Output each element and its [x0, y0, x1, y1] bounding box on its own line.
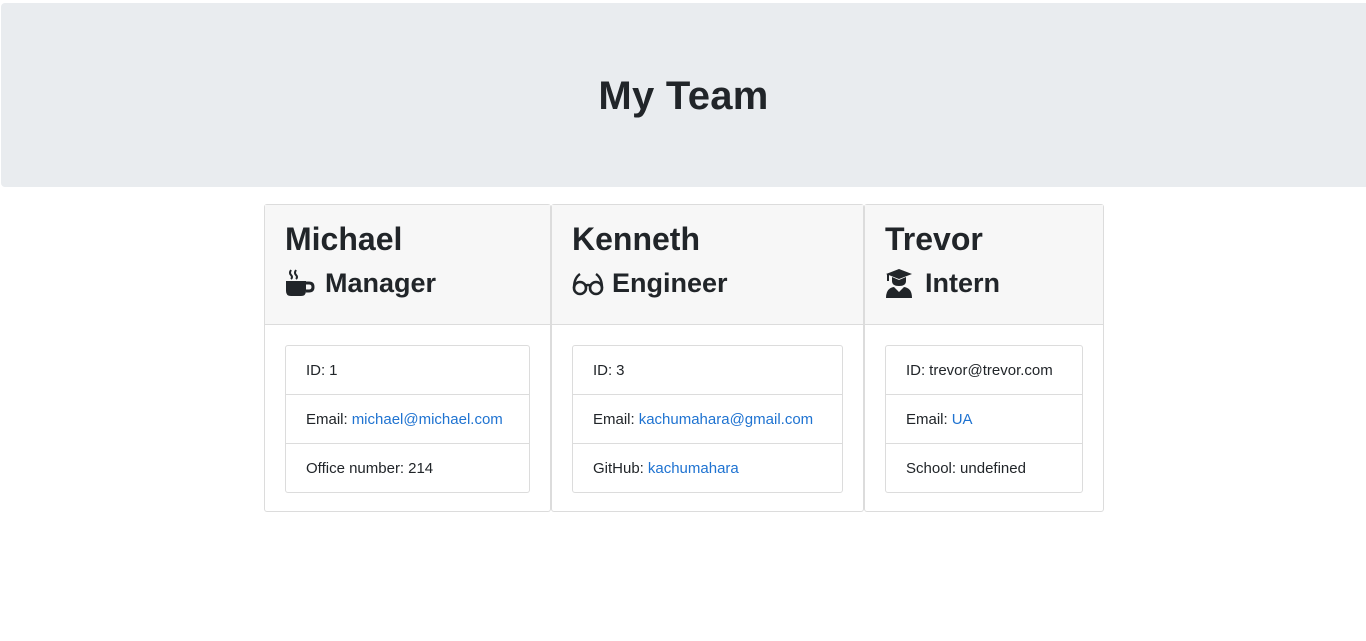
- email-link[interactable]: UA: [952, 411, 973, 428]
- id-value: trevor@trevor.com: [929, 361, 1053, 379]
- employee-name: Michael: [285, 221, 403, 257]
- employee-role: Intern: [885, 265, 1083, 301]
- list-item-id: ID: 3: [573, 346, 842, 395]
- email-label: Email:: [593, 410, 635, 428]
- role-label: Manager: [325, 268, 437, 298]
- list-item-github: GitHub: kachumahara: [573, 444, 842, 492]
- employee-name: Trevor: [885, 221, 983, 257]
- details-list: ID: 3 Email: kachumahara@gmail.com GitHu…: [572, 345, 843, 493]
- list-item-email: Email: UA: [886, 395, 1082, 444]
- card-header: Michael Manager: [265, 205, 550, 325]
- github-label: GitHub:: [593, 459, 644, 477]
- card-header: Trevor Intern: [865, 205, 1103, 325]
- employee-role: Manager: [285, 265, 530, 301]
- employee-role: Engineer: [572, 265, 843, 301]
- page-title: My Team: [598, 73, 769, 118]
- id-value: 1: [329, 361, 338, 379]
- list-item-school: School: undefined: [886, 444, 1082, 492]
- school-value: undefined: [960, 459, 1026, 477]
- id-value: 3: [616, 361, 625, 379]
- role-label: Intern: [925, 268, 1001, 298]
- graduate-icon: [885, 268, 917, 298]
- email-link[interactable]: kachumahara@gmail.com: [639, 411, 813, 428]
- page-header: My Team: [1, 3, 1366, 187]
- employee-card-engineer: Kenneth Engineer ID: 3 Email: kachumahar…: [551, 204, 864, 512]
- email-label: Email:: [906, 410, 948, 428]
- card-header: Kenneth Engineer: [552, 205, 863, 325]
- office-label: Office number:: [306, 459, 405, 477]
- list-item-office: Office number: 214: [286, 444, 529, 492]
- details-list: ID: 1 Email: michael@michael.com Office …: [285, 345, 530, 493]
- email-link[interactable]: michael@michael.com: [352, 411, 503, 428]
- github-link[interactable]: kachumahara: [648, 460, 739, 477]
- list-item-email: Email: kachumahara@gmail.com: [573, 395, 842, 444]
- coffee-mug-icon: [285, 268, 317, 298]
- id-label: ID:: [906, 361, 926, 379]
- glasses-icon: [572, 268, 604, 298]
- employee-card-intern: Trevor Intern ID: trevor@trevor.com Emai…: [864, 204, 1104, 512]
- list-item-id: ID: 1: [286, 346, 529, 395]
- school-label: School:: [906, 459, 957, 477]
- employee-card-manager: Michael Manager ID: 1 Email: michael@mic…: [264, 204, 551, 512]
- list-item-id: ID: trevor@trevor.com: [886, 346, 1082, 395]
- details-list: ID: trevor@trevor.com Email: UA School: …: [885, 345, 1083, 493]
- id-label: ID:: [593, 361, 613, 379]
- id-label: ID:: [306, 361, 326, 379]
- office-value: 214: [408, 459, 434, 477]
- role-label: Engineer: [612, 268, 728, 298]
- list-item-email: Email: michael@michael.com: [286, 395, 529, 444]
- email-label: Email:: [306, 410, 348, 428]
- employee-name: Kenneth: [572, 221, 700, 257]
